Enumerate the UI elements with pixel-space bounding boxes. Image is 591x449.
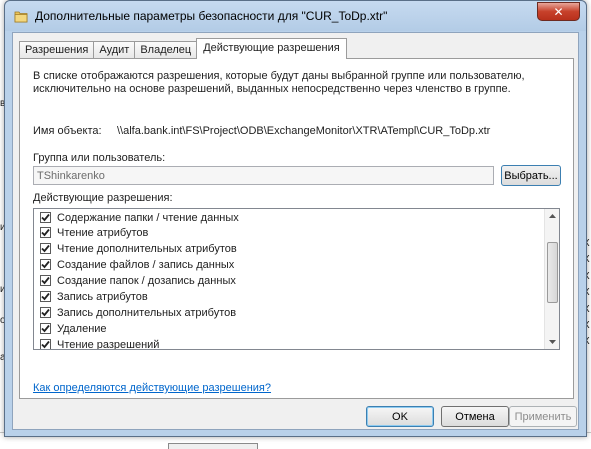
checkmark-icon [41,324,50,333]
help-link[interactable]: Как определяются действующие разрешения? [33,382,271,394]
panel-description: В списке отображаются разрешения, которы… [33,70,525,95]
scrollbar-thumb[interactable] [547,242,558,303]
permission-label: Создание файлов / запись данных [57,258,235,271]
permission-label: Запись дополнительных атрибутов [57,306,237,319]
checkmark-icon [41,244,50,253]
list-item: Запись дополнительных атрибутов [40,305,236,320]
close-icon: ✕ [553,4,564,19]
vertical-scrollbar[interactable] [544,209,559,349]
checkmark-icon [41,228,50,237]
security-dialog: Дополнительные параметры безопасности дл… [4,0,587,437]
tab-permissions[interactable]: Разрешения [19,41,95,59]
permissions-list[interactable]: Содержание папки / чтение данных Чтение … [33,208,560,350]
checkbox [40,307,51,318]
list-item: Чтение атрибутов [40,225,148,240]
checkbox [40,259,51,270]
group-or-user-label: Группа или пользователь: [33,152,166,164]
object-name-value: \\alfa.bank.int\FS\Project\ODB\ExchangeM… [117,125,491,137]
select-button[interactable]: Выбрать... [501,165,561,186]
checkbox [40,212,51,223]
list-item: Создание папок / дозапись данных [40,273,236,288]
background-button-fragment [168,443,258,449]
dialog-body: Разрешения Аудит Владелец Действующие ра… [12,32,579,430]
permission-label: Запись атрибутов [57,290,148,303]
folder-icon [14,9,28,23]
scroll-up-arrow-icon[interactable] [545,209,559,223]
checkmark-icon [41,276,50,285]
ok-button[interactable]: OK [366,406,434,427]
apply-button[interactable]: Применить [509,406,577,427]
permission-label: Содержание папки / чтение данных [57,211,239,224]
permission-label: Удаление [57,322,107,335]
checkbox [40,323,51,334]
dialog-title: Дополнительные параметры безопасности дл… [35,9,388,23]
checkmark-icon [41,260,50,269]
permission-label: Чтение дополнительных атрибутов [57,242,237,255]
effective-permissions-label: Действующие разрешения: [33,192,173,204]
checkmark-icon [41,308,50,317]
tab-owner[interactable]: Владелец [134,41,198,59]
list-item: Запись атрибутов [40,289,148,304]
list-item: Чтение дополнительных атрибутов [40,241,237,256]
checkbox [40,291,51,302]
tab-strip: Разрешения Аудит Владелец Действующие ра… [19,38,347,59]
checkbox [40,227,51,238]
checkbox [40,275,51,286]
scroll-down-arrow-icon[interactable] [545,335,559,349]
tab-effective-permissions[interactable]: Действующие разрешения [196,38,347,59]
tab-audit[interactable]: Аудит [93,41,136,59]
list-item: Удаление [40,321,107,336]
permission-label: Чтение атрибутов [57,226,149,239]
checkbox [40,339,51,349]
object-name-label: Имя объекта: [33,125,102,137]
cancel-button[interactable]: Отмена [441,406,509,427]
close-button[interactable]: ✕ [537,2,580,21]
title-bar[interactable]: Дополнительные параметры безопасности дл… [5,1,586,31]
checkmark-icon [41,340,50,349]
effective-permissions-panel: В списке отображаются разрешения, которы… [19,58,574,399]
checkbox [40,243,51,254]
list-item: Содержание папки / чтение данных [40,210,239,225]
checkmark-icon [41,213,50,222]
permission-label: Создание папок / дозапись данных [57,274,236,287]
permission-label: Чтение разрешений [57,338,160,350]
list-item: Создание файлов / запись данных [40,257,234,272]
list-item: Чтение разрешений [40,337,160,350]
group-or-user-field[interactable] [33,166,494,185]
checkmark-icon [41,292,50,301]
